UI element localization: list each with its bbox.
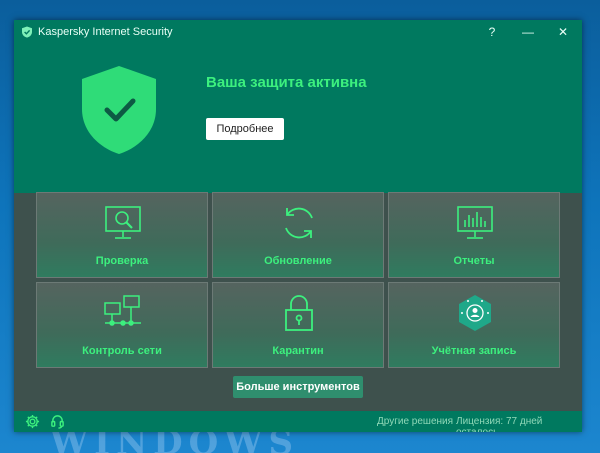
kaspersky-window: Kaspersky Internet Security ? — ✕ Ваша з…	[14, 20, 582, 432]
close-button[interactable]: ✕	[552, 22, 574, 42]
account-tile[interactable]: Учётная запись	[388, 282, 560, 368]
settings-icon[interactable]	[25, 414, 40, 429]
network-monitor-label: Контроль сети	[82, 345, 162, 357]
details-button[interactable]: Подробнее	[206, 118, 284, 140]
scan-label: Проверка	[95, 255, 149, 267]
protection-status-panel: Ваша защита активна Подробнее	[14, 44, 582, 193]
quarantine-tile[interactable]: Карантин	[212, 282, 384, 368]
license-link[interactable]: Лицензия: 77 дней осталось	[456, 416, 582, 432]
reports-tile[interactable]: Отчеты	[388, 192, 560, 278]
network-monitor-icon	[104, 295, 141, 326]
shield-check-icon	[82, 66, 156, 154]
kaspersky-logo-icon	[22, 26, 32, 38]
account-label: Учётная запись	[431, 345, 517, 357]
protection-status-text: Ваша защита активна	[206, 74, 367, 91]
more-tools-button[interactable]: Больше инструментов	[233, 376, 363, 398]
help-button[interactable]: ?	[481, 22, 503, 42]
scan-tile[interactable]: Проверка	[36, 192, 208, 278]
other-solutions-link[interactable]: Другие решения	[377, 416, 453, 427]
update-icon	[285, 207, 313, 239]
quarantine-icon	[285, 295, 313, 331]
update-label: Обновление	[264, 255, 332, 267]
update-tile[interactable]: Обновление	[212, 192, 384, 278]
account-icon	[459, 295, 491, 331]
title-bar[interactable]: Kaspersky Internet Security ? — ✕	[14, 20, 582, 44]
window-title: Kaspersky Internet Security	[38, 26, 173, 38]
quarantine-label: Карантин	[272, 345, 324, 357]
footer-bar: Другие решения Лицензия: 77 дней осталос…	[14, 411, 582, 432]
scan-icon	[105, 206, 141, 239]
network-monitor-tile[interactable]: Контроль сети	[36, 282, 208, 368]
reports-icon	[457, 206, 493, 239]
reports-label: Отчеты	[453, 255, 495, 267]
support-icon[interactable]	[50, 414, 65, 429]
minimize-button[interactable]: —	[517, 22, 539, 42]
